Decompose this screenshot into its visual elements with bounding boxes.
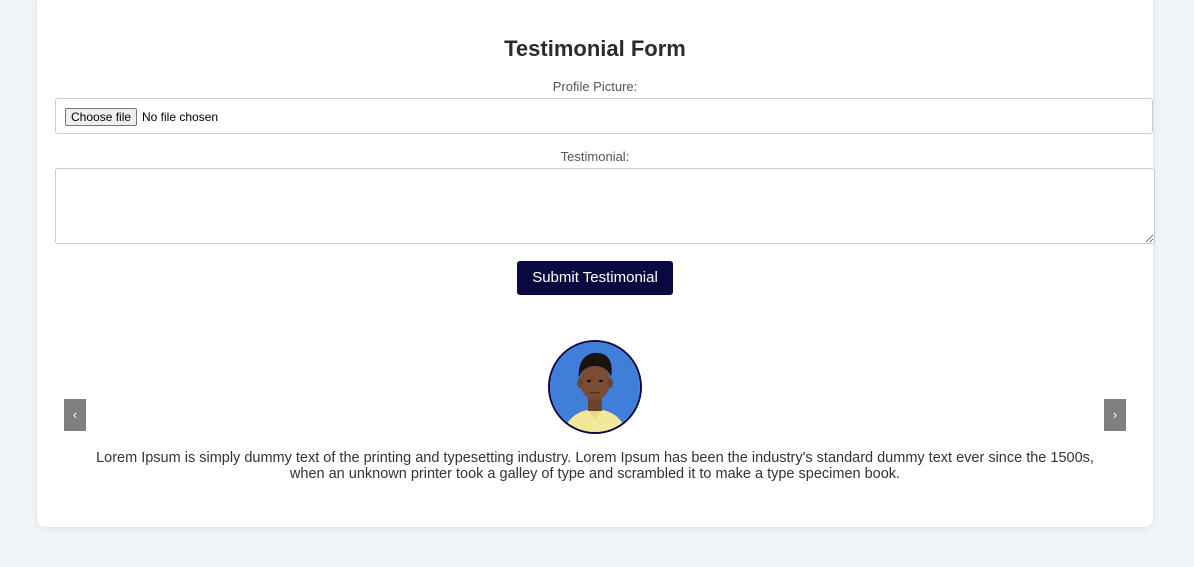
- form-title: Testimonial Form: [504, 36, 686, 61]
- file-status-text: No file chosen: [142, 110, 219, 124]
- testimonial-label: Testimonial:: [560, 149, 630, 164]
- profile-picture-input[interactable]: Choose file No file chosen: [55, 98, 1153, 134]
- person-photo-icon: [550, 342, 640, 432]
- testimonial-text: Lorem Ipsum is simply dummy text of the …: [96, 450, 1094, 482]
- testimonial-textarea[interactable]: [55, 168, 1155, 244]
- submit-testimonial-button[interactable]: Submit Testimonial: [517, 261, 673, 295]
- profile-picture-label: Profile Picture:: [552, 79, 638, 94]
- carousel-next-button[interactable]: ›: [1104, 399, 1126, 431]
- avatar: [548, 340, 642, 434]
- testimonial-card: Testimonial Form Profile Picture: Choose…: [37, 0, 1155, 527]
- choose-file-button[interactable]: Choose file: [65, 108, 138, 126]
- carousel-prev-button[interactable]: ‹: [64, 399, 86, 431]
